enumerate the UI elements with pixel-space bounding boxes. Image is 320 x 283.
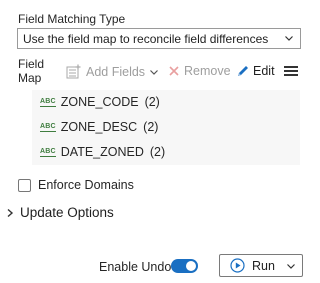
field-matching-type-select[interactable]: Use the field map to reconcile field dif… [17, 28, 301, 49]
run-label: Run [252, 258, 275, 273]
add-fields-icon [66, 64, 81, 79]
field-matching-type-label: Field Matching Type [18, 12, 126, 26]
chevron-right-icon [7, 208, 14, 217]
enable-undo-toggle[interactable] [171, 259, 198, 273]
field-map-label: Field Map [18, 57, 45, 85]
run-button[interactable]: Run [219, 254, 303, 277]
text-field-type-icon: ABC [40, 122, 56, 132]
play-icon [230, 258, 245, 273]
enforce-domains-label: Enforce Domains [38, 178, 134, 192]
field-count: (2) [143, 120, 159, 134]
field-name: ZONE_CODE [60, 95, 139, 109]
update-options-label: Update Options [20, 205, 114, 220]
close-icon [169, 66, 179, 76]
field-count: (2) [149, 145, 166, 159]
remove-label: Remove [184, 64, 231, 78]
hamburger-menu-icon [284, 66, 298, 76]
add-fields-label: Add Fields [86, 65, 146, 79]
toggle-knob [186, 261, 196, 271]
chevron-down-icon [285, 36, 293, 41]
edit-label: Edit [253, 64, 275, 78]
menu-button[interactable] [284, 64, 298, 81]
field-row[interactable]: ABC DATE_ZONED (2) [40, 143, 165, 161]
enforce-domains-row[interactable]: Enforce Domains [18, 178, 134, 192]
field-name: ZONE_DESC [60, 120, 138, 134]
edit-button[interactable]: Edit [236, 64, 275, 78]
add-fields-button[interactable]: Add Fields [66, 64, 160, 80]
enforce-domains-checkbox[interactable] [18, 178, 31, 192]
chevron-down-icon[interactable] [285, 260, 297, 272]
text-field-type-icon: ABC [40, 97, 56, 107]
pencil-icon [238, 66, 248, 76]
field-count: (2) [144, 95, 160, 109]
field-matching-type-value: Use the field map to reconcile field dif… [23, 31, 269, 46]
field-row[interactable]: ABC ZONE_CODE (2) [40, 93, 160, 111]
text-field-type-icon: ABC [40, 147, 56, 157]
field-row[interactable]: ABC ZONE_DESC (2) [40, 118, 158, 136]
update-options-expander[interactable]: Update Options [6, 205, 114, 220]
chevron-down-icon [150, 70, 158, 75]
enable-undo-label: Enable Undo [99, 260, 172, 274]
field-name: DATE_ZONED [60, 145, 144, 159]
field-map-list: ABC ZONE_CODE (2) ABC ZONE_DESC (2) ABC … [32, 90, 300, 165]
remove-button[interactable]: Remove [168, 64, 231, 78]
